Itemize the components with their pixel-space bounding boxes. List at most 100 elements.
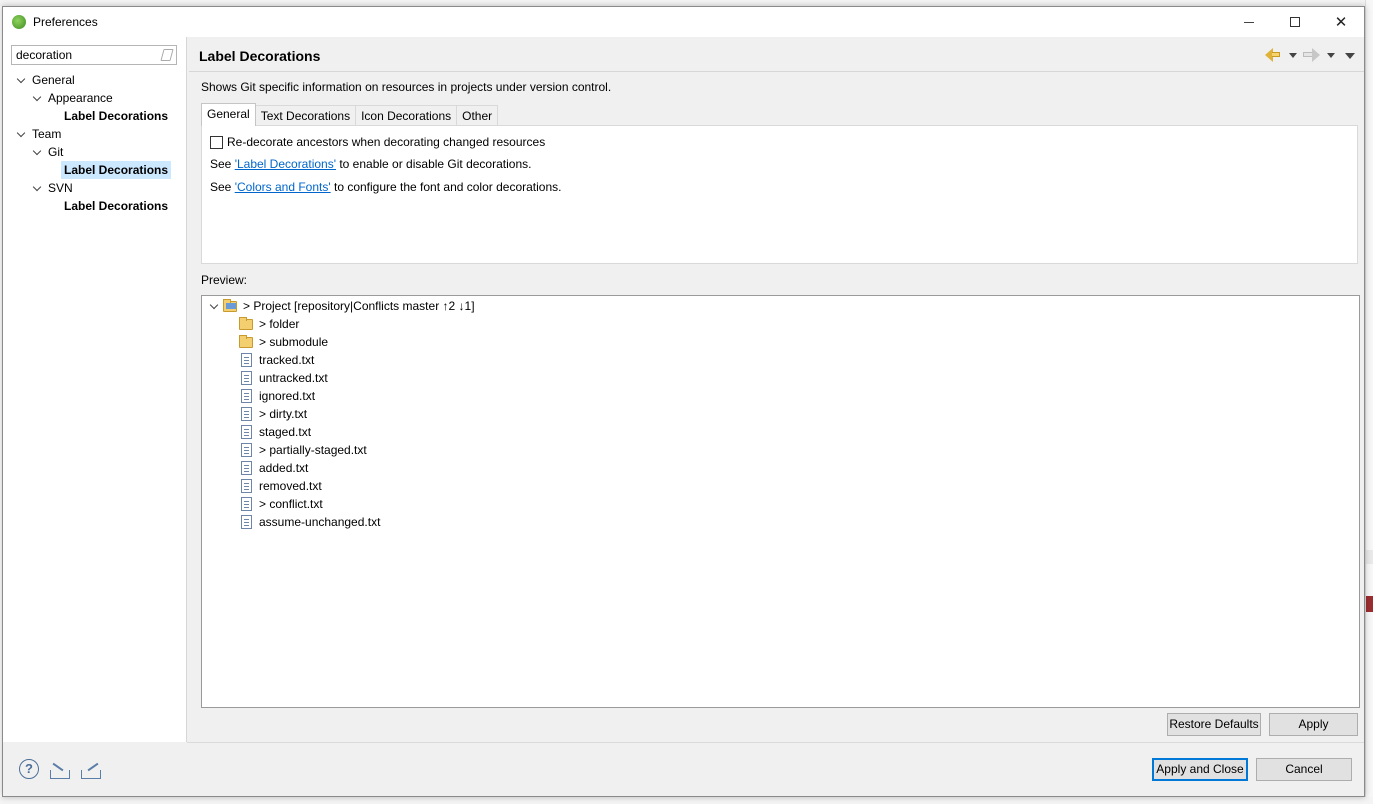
preview-item-label: > folder (259, 317, 300, 331)
text-file-icon (241, 407, 252, 421)
back-dropdown-icon[interactable] (1289, 53, 1297, 58)
chevron-down-icon[interactable] (17, 71, 27, 89)
filter-field[interactable] (11, 45, 177, 65)
text-file-icon (241, 479, 252, 493)
tree-item-team[interactable]: Team (3, 125, 186, 143)
preview-list-item[interactable]: > partially-staged.txt (202, 441, 802, 459)
preview-project-row[interactable]: > Project [repository|Conflicts master ↑… (202, 297, 802, 315)
back-arrow-icon-tail[interactable] (1272, 52, 1280, 57)
tree-item-label: Git (48, 145, 64, 159)
minimize-icon (1244, 21, 1254, 23)
clear-filter-icon[interactable] (160, 49, 174, 61)
tree-item-appearance-label-decorations[interactable]: Label Decorations (3, 107, 186, 125)
tab-bar: General Text Decorations Icon Decoration… (201, 103, 499, 126)
title-bar[interactable]: Preferences ✕ (3, 7, 1364, 37)
preview-item-label: assume-unchanged.txt (259, 515, 381, 529)
preview-list-item[interactable]: tracked.txt (202, 351, 802, 369)
preferences-dialog: Preferences ✕ General Appearance Label D… (2, 6, 1365, 797)
tree-item-label: General (32, 73, 75, 87)
tree-item-appearance[interactable]: Appearance (3, 89, 186, 107)
chevron-down-icon[interactable] (33, 89, 43, 107)
forward-arrow-icon-tail[interactable] (1303, 52, 1312, 57)
background-error-marker (1366, 596, 1373, 612)
preview-list-item[interactable]: untracked.txt (202, 369, 802, 387)
text-file-icon (241, 515, 252, 529)
tree-item-svn[interactable]: SVN (3, 179, 186, 197)
chevron-down-icon[interactable] (33, 179, 43, 197)
text-file-icon (241, 425, 252, 439)
preview-list-item[interactable]: > folder (202, 315, 802, 333)
preview-list-item[interactable]: > dirty.txt (202, 405, 802, 423)
page-description: Shows Git specific information on resour… (201, 80, 612, 94)
hint-text: to configure the font and color decorati… (330, 180, 562, 194)
preview-list-item[interactable]: added.txt (202, 459, 802, 477)
preference-navigation-panel: General Appearance Label Decorations Tea… (3, 37, 187, 742)
restore-defaults-button[interactable]: Restore Defaults (1167, 713, 1261, 736)
tab-general[interactable]: General (201, 103, 256, 126)
filter-input[interactable] (12, 46, 152, 64)
preview-tree[interactable]: > Project [repository|Conflicts master ↑… (201, 295, 1360, 708)
text-file-icon (241, 353, 252, 367)
hint-text: See (210, 180, 235, 194)
maximize-icon (1290, 17, 1300, 27)
preview-list-item[interactable]: removed.txt (202, 477, 802, 495)
preview-item-label: > dirty.txt (259, 407, 308, 421)
preview-list-item[interactable]: staged.txt (202, 423, 802, 441)
close-button[interactable]: ✕ (1318, 7, 1364, 37)
forward-arrow-icon[interactable] (1312, 48, 1320, 62)
import-tray (50, 770, 70, 779)
background-marker (1366, 550, 1373, 564)
preview-label: Preview: (201, 273, 248, 287)
footer-separator (187, 742, 1364, 743)
preview-item-label: > conflict.txt (259, 497, 323, 511)
tree-item-git-label-decorations[interactable]: Label Decorations (3, 161, 186, 179)
import-icon[interactable] (49, 761, 71, 779)
checkbox-label: Re-decorate ancestors when decorating ch… (227, 135, 546, 149)
background-ide-bottom (0, 797, 1373, 804)
cancel-button[interactable]: Cancel (1256, 758, 1352, 781)
colors-fonts-hint: See 'Colors and Fonts' to configure the … (210, 180, 561, 194)
export-icon[interactable] (80, 761, 102, 779)
preview-item-label: tracked.txt (259, 353, 315, 367)
text-file-icon (241, 443, 252, 457)
tree-item-label: Team (32, 127, 62, 141)
tree-item-general[interactable]: General (3, 71, 186, 89)
minimize-button[interactable] (1226, 7, 1272, 37)
chevron-down-icon[interactable] (210, 297, 220, 315)
header-separator (189, 71, 1364, 72)
folder-icon (239, 335, 253, 348)
label-decorations-link[interactable]: 'Label Decorations' (235, 157, 336, 171)
tree-item-svn-label-decorations[interactable]: Label Decorations (3, 197, 186, 215)
chevron-down-icon[interactable] (33, 143, 43, 161)
redecorate-ancestors-option[interactable]: Re-decorate ancestors when decorating ch… (210, 134, 545, 150)
export-tray (81, 770, 101, 779)
preview-project-label: > Project [repository|Conflicts master ↑… (243, 299, 475, 313)
preview-list-item[interactable]: assume-unchanged.txt (202, 513, 802, 531)
folder-icon (239, 317, 253, 330)
preview-item-label: untracked.txt (259, 371, 328, 385)
forward-dropdown-icon[interactable] (1327, 53, 1335, 58)
tab-other[interactable]: Other (456, 105, 499, 126)
general-tab-panel: Re-decorate ancestors when decorating ch… (201, 125, 1358, 264)
tree-item-label: Label Decorations (64, 109, 169, 123)
tree-item-git[interactable]: Git (3, 143, 186, 161)
tree-item-label: Appearance (48, 91, 113, 105)
chevron-down-icon[interactable] (17, 125, 27, 143)
tab-text-decorations[interactable]: Text Decorations (254, 105, 357, 126)
apply-and-close-button[interactable]: Apply and Close (1152, 758, 1248, 781)
colors-and-fonts-link[interactable]: 'Colors and Fonts' (235, 180, 331, 194)
tab-icon-decorations[interactable]: Icon Decorations (355, 105, 458, 126)
help-icon[interactable]: ? (19, 759, 39, 779)
text-file-icon (241, 497, 252, 511)
text-file-icon (241, 371, 252, 385)
apply-button[interactable]: Apply (1269, 713, 1358, 736)
page-title: Label Decorations (199, 48, 321, 64)
preview-list-item[interactable]: > submodule (202, 333, 802, 351)
preview-list-item[interactable]: > conflict.txt (202, 495, 802, 513)
preview-list-item[interactable]: ignored.txt (202, 387, 802, 405)
hint-text: See (210, 157, 235, 171)
redecorate-ancestors-checkbox[interactable] (210, 135, 223, 149)
view-menu-icon[interactable] (1345, 53, 1355, 59)
preview-item-label: > partially-staged.txt (259, 443, 367, 457)
maximize-button[interactable] (1272, 7, 1318, 37)
